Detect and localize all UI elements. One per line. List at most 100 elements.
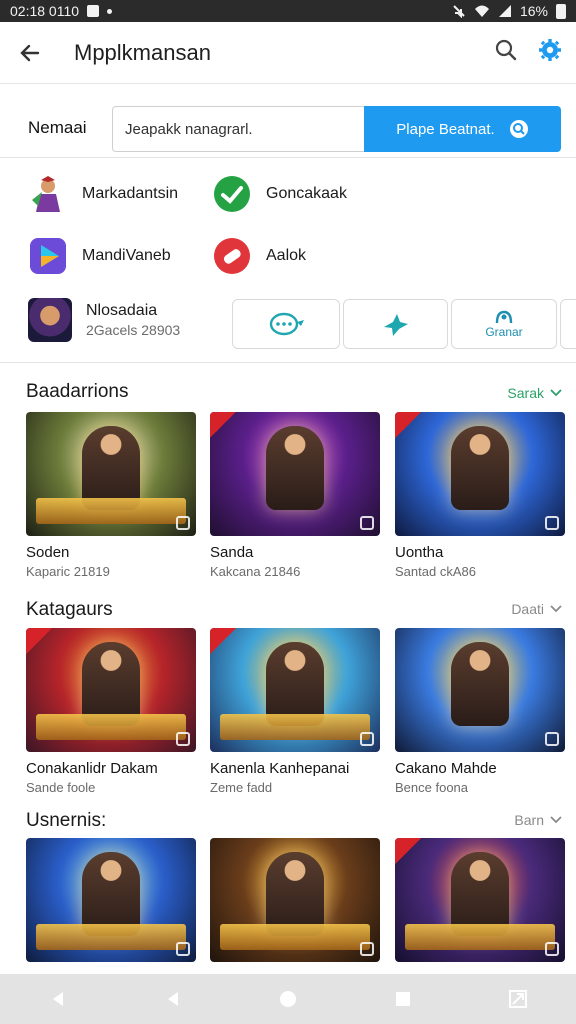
expand-arrow-icon: [509, 990, 528, 1008]
section-link-label: Sarak: [507, 385, 544, 401]
search-button[interactable]: [494, 38, 518, 67]
status-time: 02:18 0110: [10, 3, 80, 19]
game-subtitle: Sande foole: [26, 780, 96, 795]
search-submit-button[interactable]: Plape Beatnat.: [364, 106, 561, 152]
check-icon: [212, 174, 252, 214]
divider: [0, 362, 576, 363]
quick-item[interactable]: Aalok: [212, 236, 306, 276]
expand-icon: [545, 732, 559, 746]
expand-icon: [176, 516, 190, 530]
status-bar: 02:18 0110 16%: [0, 0, 576, 22]
section-see-all-link[interactable]: Barn: [514, 812, 562, 828]
search-input[interactable]: Jeapakk nanagrarl.: [112, 106, 364, 152]
game-card[interactable]: Conakanlidr Dakam Sande foole: [26, 628, 196, 795]
game-subtitle: Zeme fadd: [210, 780, 273, 795]
chip-partial[interactable]: [560, 299, 576, 349]
quick-item-label: Goncakaak: [266, 185, 347, 202]
profile-item[interactable]: Nlosadaia 2Gacels 28903: [28, 298, 180, 342]
game-card[interactable]: [210, 838, 380, 962]
quick-item[interactable]: Markadantsin: [28, 174, 178, 214]
game-thumbnail: [26, 838, 196, 962]
section-title: Katagaurs: [26, 599, 113, 620]
game-thumbnail: [210, 412, 380, 536]
hero-figure: [266, 426, 324, 510]
section-link-label: Barn: [514, 812, 544, 828]
game-banner: [36, 498, 186, 524]
game-banner: [405, 924, 555, 950]
nav-screenshot-button[interactable]: [493, 974, 543, 1024]
game-card[interactable]: Sanda Kakcana 21846: [210, 412, 380, 579]
game-banner: [36, 714, 186, 740]
quick-item[interactable]: Goncakaak: [212, 174, 347, 214]
page-title: Mpplkmansan: [74, 39, 211, 65]
section-see-all-link[interactable]: Sarak: [507, 385, 562, 401]
game-card[interactable]: Kanenla Kanhepanai Zeme fadd: [210, 628, 380, 795]
section-title: Usnernis:: [26, 810, 107, 831]
quick-item-label: Markadantsin: [82, 185, 179, 202]
search-label: Nemaai: [28, 118, 87, 137]
mute-icon: [453, 5, 465, 18]
game-title: Kanenla Kanhepanai: [210, 760, 350, 777]
game-card[interactable]: Soden Kaparic 21819: [26, 412, 196, 579]
square-recents-icon: [396, 992, 411, 1006]
play-store-icon: [28, 236, 68, 276]
nav-home-button[interactable]: [263, 974, 313, 1024]
settings-button[interactable]: [538, 38, 562, 67]
red-shape-icon: [212, 236, 252, 276]
game-thumbnail: [26, 628, 196, 752]
game-title: Conakanlidr Dakam: [26, 760, 158, 777]
game-card[interactable]: Cakano Mahde Bence foona: [395, 628, 565, 795]
quick-item[interactable]: MandiVaneb: [28, 236, 171, 276]
game-thumbnail: [26, 412, 196, 536]
game-thumbnail: [210, 628, 380, 752]
expand-icon: [176, 942, 190, 956]
game-subtitle: Kaparic 21819: [26, 564, 110, 579]
quick-item-label: Aalok: [266, 247, 307, 264]
game-card[interactable]: [26, 838, 196, 962]
game-thumbnail: [395, 412, 565, 536]
share-chip[interactable]: [343, 299, 448, 349]
game-title: Soden: [26, 544, 70, 561]
badge-icon: [210, 412, 236, 438]
system-nav-bar: [0, 974, 576, 1024]
person-chip[interactable]: Granar: [451, 299, 557, 349]
chat-chip[interactable]: [232, 299, 340, 349]
section-see-all-link[interactable]: Daati: [511, 601, 562, 617]
game-subtitle: Bence foona: [395, 780, 469, 795]
game-card[interactable]: Uontha Santad ckA86: [395, 412, 565, 579]
hero-icon: [28, 174, 68, 214]
person-icon: [495, 310, 513, 324]
badge-icon: [26, 628, 52, 654]
nav-back-button[interactable]: [33, 974, 83, 1024]
chevron-down-icon: [550, 605, 562, 613]
game-title: Cakano Mahde: [395, 760, 497, 777]
game-banner: [220, 924, 370, 950]
battery-text: 16%: [519, 3, 548, 19]
game-subtitle: Santad ckA86: [395, 564, 476, 579]
divider: [0, 157, 576, 158]
game-thumbnail: [210, 838, 380, 962]
chevron-down-icon: [550, 389, 562, 397]
triangle-back-icon: [52, 992, 63, 1006]
nav-back-alt-button[interactable]: [148, 974, 198, 1024]
game-card[interactable]: [395, 838, 565, 962]
signal-icon: [498, 5, 511, 17]
expand-icon: [360, 942, 374, 956]
battery-icon: [556, 3, 566, 19]
search-button-label: Plape Beatnat.: [396, 120, 495, 138]
game-subtitle: Kakcana 21846: [210, 564, 301, 579]
expand-icon: [545, 942, 559, 956]
back-button[interactable]: [0, 22, 60, 84]
notification-icon: [87, 5, 100, 17]
game-title: Uontha: [395, 544, 444, 561]
search-row: Nemaai Jeapakk nanagrarl. Plape Beatnat.: [0, 106, 576, 152]
game-banner: [36, 924, 186, 950]
game-title: Sanda: [210, 544, 254, 561]
wifi-icon: [474, 5, 489, 17]
chat-icon: [269, 312, 304, 336]
share-icon: [383, 314, 408, 336]
nav-recents-button[interactable]: [378, 974, 428, 1024]
expand-icon: [360, 732, 374, 746]
circle-home-icon: [279, 991, 296, 1007]
badge-icon: [210, 628, 236, 654]
